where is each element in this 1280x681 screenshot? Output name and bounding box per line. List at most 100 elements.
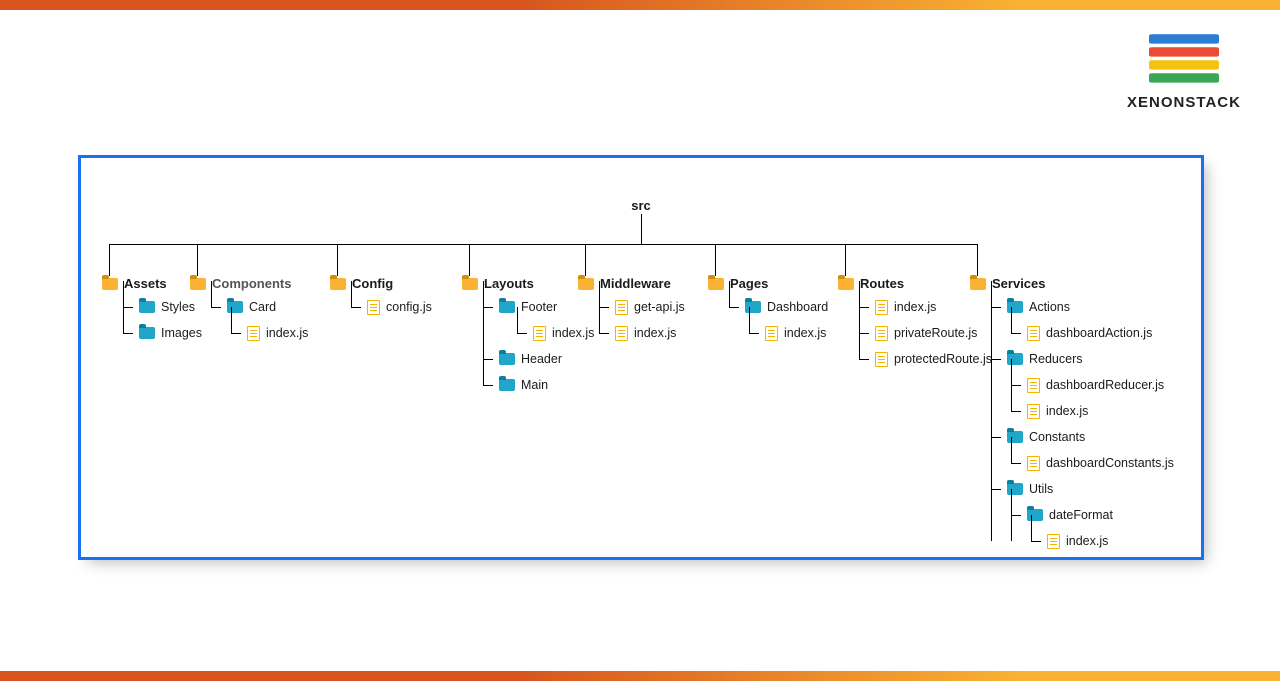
folder-icon — [462, 278, 478, 290]
folder-reducers: Reducers — [985, 346, 1174, 372]
folder-icon — [745, 301, 761, 313]
file-icon — [1047, 534, 1060, 549]
folder-dashboard: Dashboard — [723, 294, 828, 320]
file-label: dashboardReducer.js — [1046, 378, 1164, 392]
file-reducers-index: index.js — [1005, 398, 1174, 424]
tree-elbow-icon — [1005, 372, 1021, 398]
tree-elbow-icon — [511, 320, 527, 346]
tree-elbow-icon — [1005, 450, 1021, 476]
folder-icon — [970, 278, 986, 290]
folder-icon — [838, 278, 854, 290]
folder-label: Images — [161, 326, 202, 340]
file-label: index.js — [634, 326, 676, 340]
file-icon — [367, 300, 380, 315]
folder-label: Services — [992, 276, 1046, 291]
folder-icon — [1007, 431, 1023, 443]
folder-pages: Pages — [708, 276, 768, 291]
file-icon — [1027, 378, 1040, 393]
folder-label: Middleware — [600, 276, 671, 291]
drop-line — [469, 244, 470, 276]
file-label: config.js — [386, 300, 432, 314]
folder-label: Constants — [1029, 430, 1085, 444]
file-private-route: privateRoute.js — [853, 320, 992, 346]
folder-label: Components — [212, 276, 291, 291]
tree-elbow-icon — [477, 372, 493, 398]
file-middleware-index: index.js — [593, 320, 685, 346]
tree-elbow-icon — [853, 346, 869, 372]
file-label: index.js — [1066, 534, 1108, 548]
tree-elbow-icon — [117, 294, 133, 320]
file-icon — [875, 352, 888, 367]
folder-icon — [1027, 509, 1043, 521]
tree-elbow-icon — [853, 294, 869, 320]
folder-header: Header — [477, 346, 594, 372]
tree-elbow-icon — [1005, 320, 1021, 346]
tree-elbow-icon — [205, 294, 221, 320]
drop-line — [845, 244, 846, 276]
folder-label: Layouts — [484, 276, 534, 291]
drop-line — [585, 244, 586, 276]
tree-elbow-icon — [985, 424, 1001, 450]
folder-layouts: Layouts — [462, 276, 534, 291]
file-label: index.js — [266, 326, 308, 340]
diagram-frame: src Assets Styles Images — [78, 155, 1204, 560]
folder-icon — [499, 301, 515, 313]
tree-elbow-icon — [593, 320, 609, 346]
file-label: get-api.js — [634, 300, 685, 314]
file-label: protectedRoute.js — [894, 352, 992, 366]
drop-line — [337, 244, 338, 276]
file-dashboard-constants: dashboardConstants.js — [1005, 450, 1174, 476]
root-node: src — [631, 198, 651, 213]
file-config-js: config.js — [345, 294, 432, 320]
tree-elbow-icon — [593, 294, 609, 320]
file-icon — [615, 326, 628, 341]
folder-config: Config — [330, 276, 393, 291]
folder-routes: Routes — [838, 276, 904, 291]
file-routes-index: index.js — [853, 294, 992, 320]
folder-icon — [102, 278, 118, 290]
drop-line — [109, 244, 110, 276]
folder-label: Utils — [1029, 482, 1053, 496]
file-label: index.js — [894, 300, 936, 314]
bottom-accent-bar — [0, 671, 1280, 681]
file-label: index.js — [784, 326, 826, 340]
file-label: dashboardConstants.js — [1046, 456, 1174, 470]
file-footer-index: index.js — [511, 320, 594, 346]
file-icon — [247, 326, 260, 341]
file-label: privateRoute.js — [894, 326, 977, 340]
drop-line — [197, 244, 198, 276]
folder-components: Components — [190, 276, 291, 291]
folder-icon — [1007, 353, 1023, 365]
folder-icon — [708, 278, 724, 290]
folder-utils: Utils — [985, 476, 1174, 502]
tree-elbow-icon — [985, 294, 1001, 320]
folder-icon — [330, 278, 346, 290]
folder-footer: Footer — [477, 294, 594, 320]
file-icon — [875, 326, 888, 341]
file-icon — [1027, 326, 1040, 341]
folder-actions: Actions — [985, 294, 1174, 320]
tree-elbow-icon — [723, 294, 739, 320]
tree-elbow-icon — [1005, 398, 1021, 424]
folder-icon — [499, 379, 515, 391]
tree-elbow-icon — [225, 320, 241, 346]
tree-elbow-icon — [1025, 528, 1041, 554]
file-label: index.js — [1046, 404, 1088, 418]
folder-services: Services — [970, 276, 1046, 291]
folder-label: Card — [249, 300, 276, 314]
tree-elbow-icon — [985, 476, 1001, 502]
file-dashboard-action: dashboardAction.js — [1005, 320, 1174, 346]
file-card-index: index.js — [225, 320, 308, 346]
folder-icon — [1007, 483, 1023, 495]
folder-label: Header — [521, 352, 562, 366]
drop-line — [715, 244, 716, 276]
folder-icon — [227, 301, 243, 313]
folder-icon — [139, 327, 155, 339]
file-label: index.js — [552, 326, 594, 340]
tree-elbow-icon — [985, 346, 1001, 372]
folder-images: Images — [117, 320, 202, 346]
folder-label: Dashboard — [767, 300, 828, 314]
file-protected-route: protectedRoute.js — [853, 346, 992, 372]
brand-logo-icon — [1149, 30, 1219, 86]
folder-label: Assets — [124, 276, 167, 291]
